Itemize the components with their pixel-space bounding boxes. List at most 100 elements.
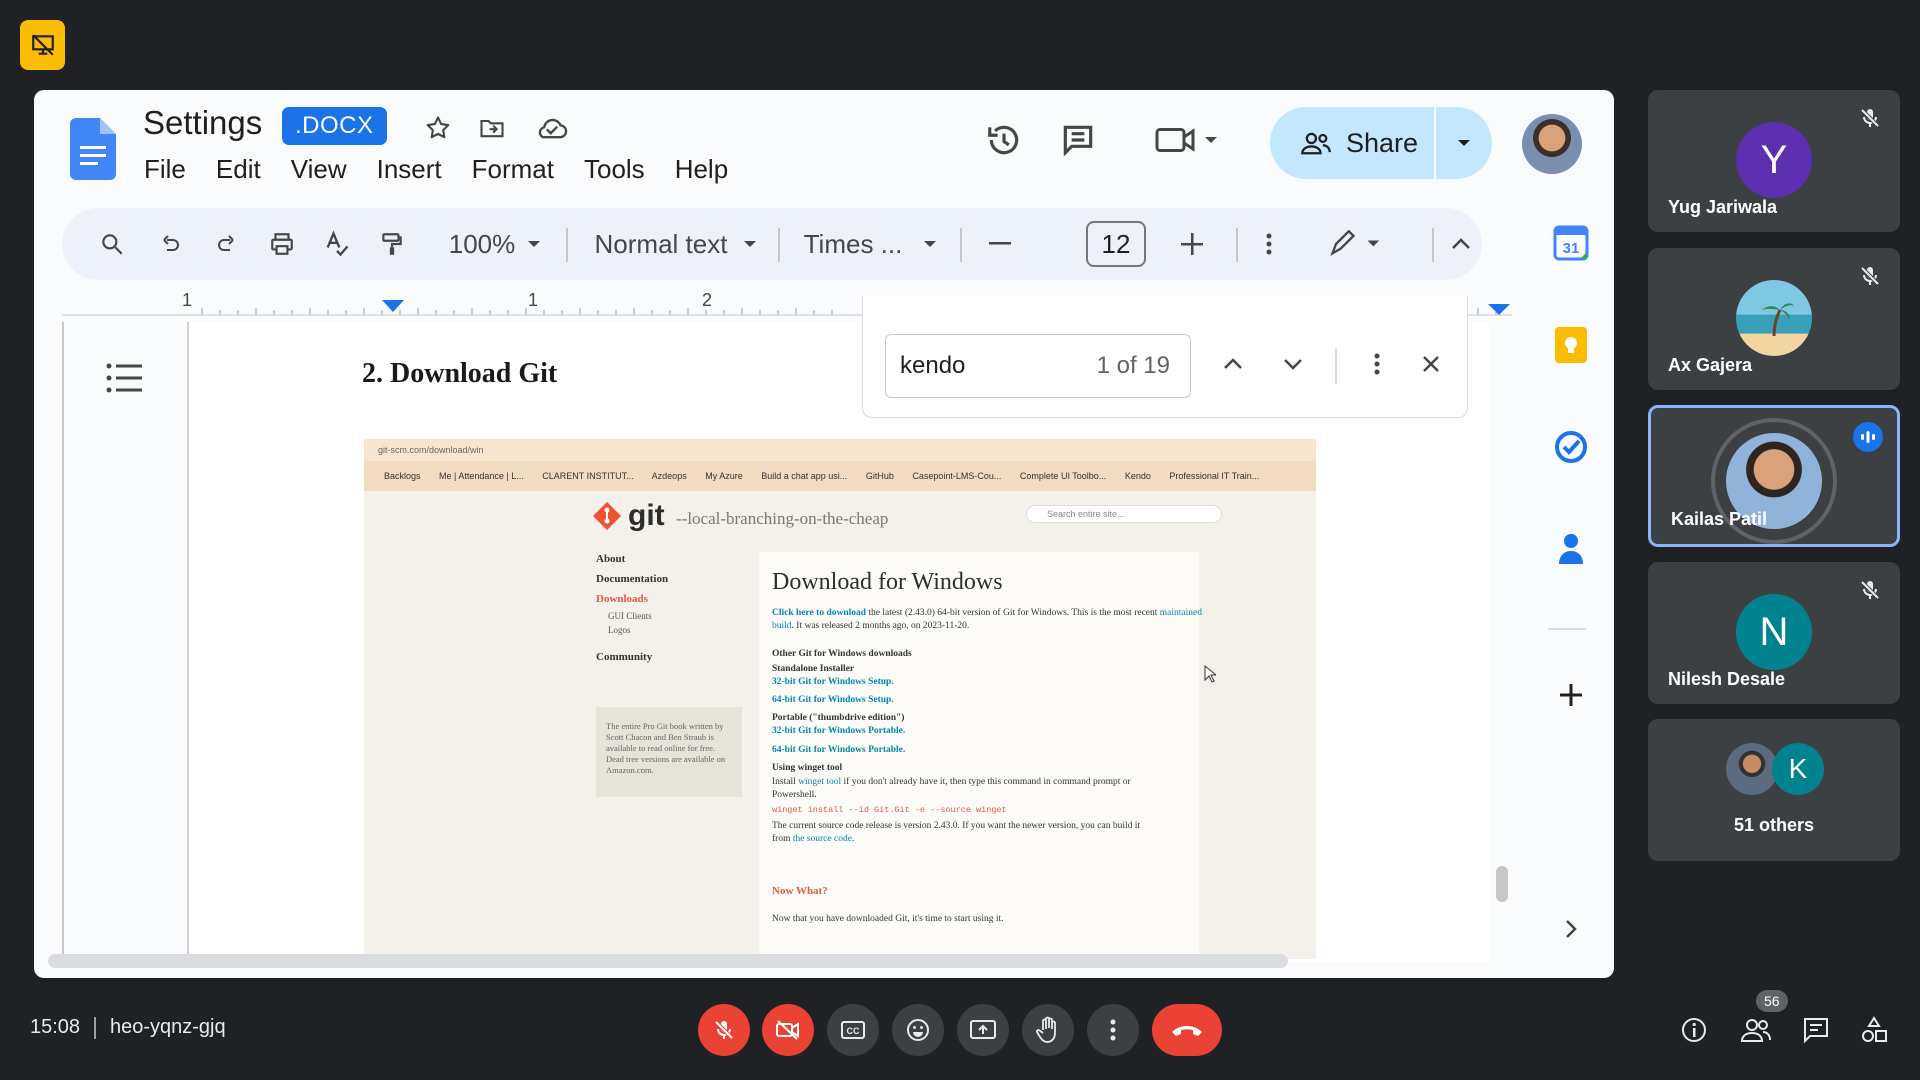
account-avatar[interactable] [1522, 114, 1582, 174]
participant-tile[interactable]: Ax Gajera [1648, 248, 1900, 390]
meet-icon[interactable] [1152, 120, 1222, 160]
font-select[interactable]: Times ... [798, 208, 908, 280]
side-panel-divider [1548, 628, 1586, 630]
move-folder-icon[interactable] [472, 108, 512, 148]
undo-icon[interactable] [150, 208, 190, 280]
microphone-button[interactable] [698, 1004, 750, 1056]
participant-name: Nilesh Desale [1668, 669, 1786, 689]
font-value: Times ... [803, 228, 903, 259]
activities-icon [1862, 1016, 1887, 1042]
share-dropdown-button[interactable] [1436, 107, 1492, 179]
ruler-label: 1 [182, 290, 193, 310]
style-caret-icon[interactable] [738, 208, 762, 280]
document-heading[interactable]: 2. Download Git [362, 358, 557, 390]
captions-button[interactable]: CC [827, 1004, 879, 1056]
mic-off-icon [1860, 266, 1880, 286]
meeting-details-button[interactable] [1676, 1012, 1712, 1048]
git-32-portable-link: 32-bit Git for Windows Portable. [772, 726, 906, 736]
avatar [1726, 743, 1778, 795]
paint-format-icon[interactable] [372, 208, 412, 280]
right-margin-marker[interactable] [1488, 304, 1510, 315]
share-button[interactable]: Share [1270, 107, 1434, 179]
toolbar-divider [778, 228, 780, 262]
menu-insert[interactable]: Insert [377, 154, 442, 185]
next-match-button[interactable] [1273, 342, 1313, 386]
reactions-button[interactable] [892, 1004, 944, 1056]
docs-logo-icon[interactable] [70, 118, 116, 180]
indent-marker[interactable] [382, 300, 404, 312]
leave-call-button[interactable] [1152, 1004, 1222, 1056]
document-title[interactable]: Settings [143, 104, 262, 142]
camera-button[interactable] [762, 1004, 814, 1056]
presenting-badge[interactable] [20, 20, 65, 70]
others-tile[interactable]: K 51 others [1648, 719, 1900, 861]
paragraph-style-select[interactable]: Normal text [586, 208, 736, 280]
embedded-bookmarks-bar: Backlogs Me | Attendance | L... CLARENT … [364, 461, 1316, 491]
search-menus-icon[interactable] [92, 208, 132, 280]
spellcheck-icon[interactable] [317, 208, 357, 280]
speaking-indicator-icon [1853, 422, 1883, 452]
present-now-button[interactable] [957, 1004, 1009, 1056]
more-vert-icon [1374, 353, 1380, 375]
participant-tile[interactable]: N Nilesh Desale [1648, 562, 1900, 704]
participant-name: Kailas Patil [1671, 509, 1768, 529]
git-standalone: Standalone Installer [772, 664, 855, 674]
zoom-select[interactable]: 100% [442, 208, 522, 280]
activities-button[interactable] [1856, 1012, 1892, 1048]
participant-tile[interactable]: Y Yug Jariwala [1648, 90, 1900, 232]
add-addon-icon[interactable] [1552, 676, 1590, 714]
mic-off-icon [714, 1020, 734, 1040]
tasks-icon[interactable] [1552, 428, 1590, 466]
find-more-options-button[interactable] [1357, 342, 1397, 386]
people-button[interactable] [1738, 1012, 1774, 1048]
menu-file[interactable]: File [144, 154, 186, 185]
menu-help[interactable]: Help [675, 154, 728, 185]
more-options-button[interactable] [1087, 1004, 1139, 1056]
page-edge [187, 322, 189, 962]
menu-format[interactable]: Format [472, 154, 554, 185]
avatar: K [1772, 743, 1824, 795]
people-icon [1301, 132, 1331, 155]
vertical-scrollbar[interactable] [1496, 866, 1508, 902]
redo-icon[interactable] [207, 208, 247, 280]
participant-tile-active-speaker[interactable]: Kailas Patil [1648, 405, 1900, 547]
find-input[interactable]: kendo 1 of 19 [885, 334, 1191, 398]
increase-font-size-icon[interactable] [1172, 208, 1212, 280]
git-64-setup-link: 64-bit Git for Windows Setup. [772, 695, 894, 705]
star-icon[interactable] [418, 108, 458, 148]
horizontal-scrollbar[interactable] [48, 954, 1288, 968]
cloud-saved-icon[interactable] [532, 108, 572, 148]
git-nav-community: Community [596, 651, 653, 663]
menu-view[interactable]: View [291, 154, 347, 185]
font-caret-icon[interactable] [918, 208, 942, 280]
print-icon[interactable] [262, 208, 302, 280]
more-vert-icon [1110, 1019, 1116, 1041]
version-history-icon[interactable] [984, 120, 1024, 160]
previous-match-button[interactable] [1213, 342, 1253, 386]
font-size-input[interactable]: 12 [1086, 221, 1146, 267]
collapse-menus-icon[interactable] [1446, 208, 1476, 280]
close-find-button[interactable] [1411, 342, 1451, 386]
embedded-screenshot[interactable]: git-scm.com/download/win Backlogs Me | A… [364, 439, 1316, 959]
bookmark: CLARENT INSTITUT... [542, 471, 634, 481]
calendar-icon[interactable]: 31 [1552, 224, 1590, 262]
contacts-icon[interactable] [1552, 530, 1590, 568]
git-winget-link: winget tool [798, 777, 842, 787]
menu-edit[interactable]: Edit [216, 154, 261, 185]
document-outline-icon[interactable] [104, 360, 144, 396]
editing-mode-icon[interactable] [1322, 208, 1392, 280]
meeting-code[interactable]: heo-yqnz-gjq [110, 1016, 226, 1039]
caret-down-icon [1458, 140, 1470, 146]
find-query-text: kendo [900, 352, 966, 379]
keep-icon[interactable] [1552, 326, 1590, 364]
decrease-font-size-icon[interactable] [980, 208, 1020, 280]
menu-tools[interactable]: Tools [584, 154, 645, 185]
mic-off-icon [1860, 580, 1880, 600]
raise-hand-button[interactable] [1022, 1004, 1074, 1056]
chat-button[interactable] [1798, 1012, 1834, 1048]
expand-side-panel-icon[interactable] [1552, 910, 1590, 948]
git-winget-text-1: Install [772, 777, 799, 787]
more-options-icon[interactable] [1254, 208, 1284, 280]
comments-icon[interactable] [1058, 120, 1098, 160]
zoom-caret-icon[interactable] [522, 208, 546, 280]
